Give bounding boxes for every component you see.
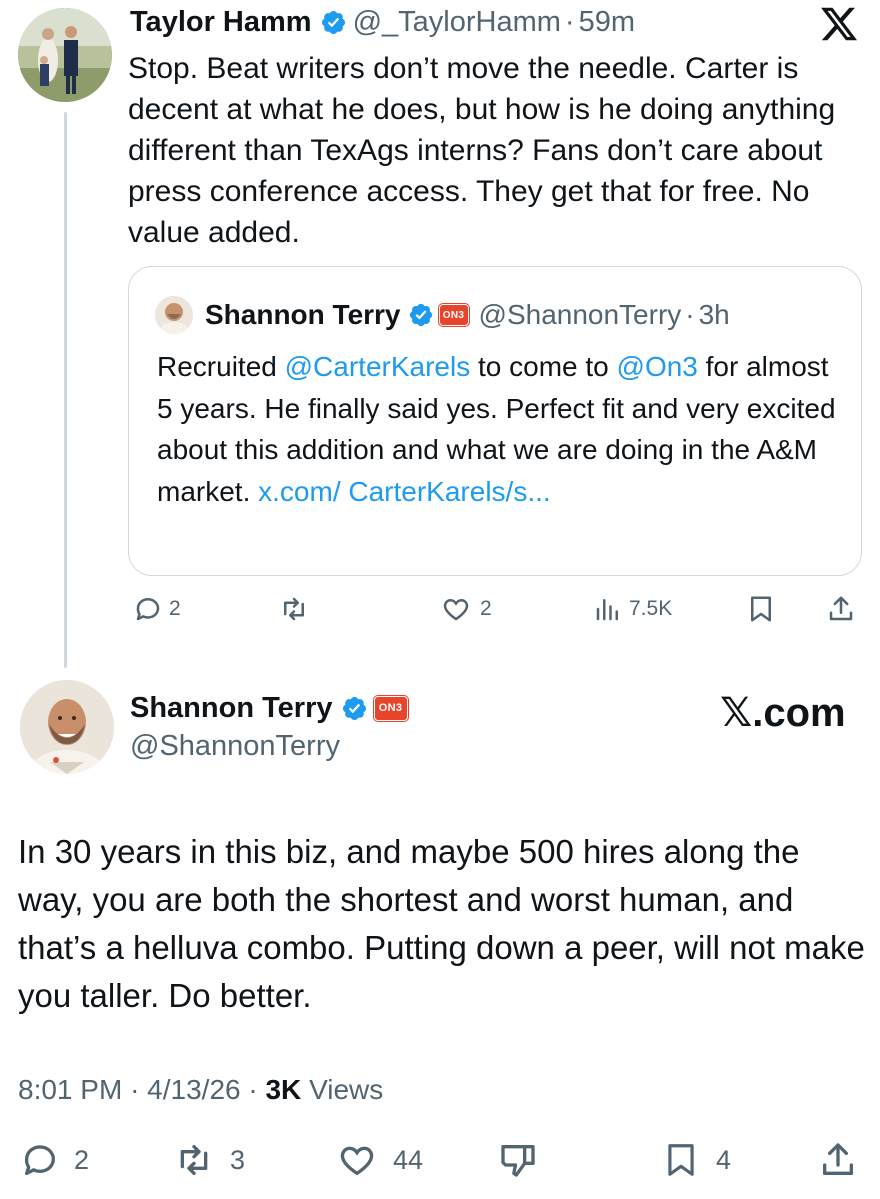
avatar-shannon-terry[interactable] — [20, 680, 114, 774]
like-button[interactable]: 44 — [335, 1140, 423, 1180]
avatar-taylor-hamm[interactable] — [18, 8, 112, 102]
views-button[interactable]: 7.5K — [593, 594, 672, 624]
verified-badge-icon — [341, 695, 368, 722]
reply-count: 2 — [74, 1144, 90, 1175]
repost-icon — [180, 1145, 208, 1175]
quoted-author-name[interactable]: Shannon Terry — [205, 299, 401, 331]
repost-icon — [284, 597, 304, 621]
repost-count: 3 — [230, 1144, 246, 1175]
watermark-suffix: .com — [752, 691, 846, 735]
reply-icon — [136, 597, 160, 621]
tweet-date[interactable]: 4/13/26 — [147, 1074, 240, 1105]
quoted-tweet-header: Shannon Terry ON3 @ShannonTerry · 3h — [205, 296, 730, 334]
like-icon — [340, 1146, 374, 1176]
mention-link-on3[interactable]: @On3 — [617, 351, 698, 382]
quoted-text-part: to come to — [470, 351, 617, 382]
separator-dot: · — [564, 5, 575, 38]
reply-count: 2 — [169, 597, 181, 620]
avatar-shannon-terry-small — [155, 296, 193, 334]
separator-dot: · — [130, 1074, 140, 1105]
reply-tweet-text: Stop. Beat writers don’t move the needle… — [128, 52, 836, 249]
bookmark-button[interactable] — [746, 594, 776, 624]
on3-badge: ON3 — [372, 694, 409, 722]
reply-icon — [24, 1145, 55, 1175]
reply-button[interactable]: 2 — [133, 594, 181, 624]
main-tweet-text: In 30 years in this biz, and maybe 500 h… — [18, 833, 865, 1014]
views-icon — [596, 599, 618, 621]
share-icon — [829, 596, 853, 621]
bookmark-count: 4 — [716, 1144, 732, 1175]
tweet-time[interactable]: 59m — [579, 6, 635, 39]
author-handle[interactable]: @_TaylorHamm — [353, 6, 561, 39]
url-link[interactable]: x.com/ CarterKarels/s... — [258, 476, 551, 507]
bookmark-icon — [668, 1144, 694, 1176]
separator-dot: · — [685, 299, 695, 330]
main-tweet-action-bar: 2 3 44 4 — [0, 1140, 880, 1184]
on3-badge: ON3 — [437, 303, 470, 327]
dislike-icon — [501, 1145, 535, 1177]
mention-link-carterkarels[interactable]: @CarterKarels — [285, 351, 471, 382]
quoted-tweet-time[interactable]: 3h — [699, 299, 730, 331]
views-label: Views — [309, 1074, 384, 1105]
share-button[interactable] — [826, 594, 856, 624]
bookmark-icon — [751, 596, 771, 622]
like-icon — [443, 598, 469, 621]
like-count: 2 — [480, 597, 492, 620]
author-name[interactable]: Taylor Hamm — [130, 6, 312, 39]
dislike-button[interactable] — [498, 1140, 538, 1180]
tweet-time[interactable]: 8:01 PM — [18, 1074, 122, 1105]
author-handle[interactable]: @ShannonTerry — [130, 730, 340, 763]
thread-connector-line — [64, 112, 67, 668]
author-name[interactable]: Shannon Terry — [130, 692, 333, 725]
verified-badge-icon — [320, 9, 347, 36]
views-count: 7.5K — [629, 597, 673, 620]
share-icon — [823, 1143, 853, 1175]
repost-button[interactable] — [278, 594, 310, 624]
reply-button[interactable]: 2 — [20, 1140, 89, 1180]
like-count: 44 — [393, 1144, 424, 1175]
like-button[interactable]: 2 — [440, 594, 492, 624]
reply-tweet-header: Taylor Hamm @_TaylorHamm · 59m — [130, 2, 635, 42]
verified-badge-icon — [408, 302, 434, 328]
separator-dot: · — [248, 1074, 258, 1105]
repost-button[interactable]: 3 — [172, 1140, 245, 1180]
bookmark-button[interactable]: 4 — [662, 1140, 731, 1180]
x-logo-icon — [818, 4, 860, 44]
x-com-watermark: 𝕏.com — [720, 690, 846, 736]
share-button[interactable] — [818, 1140, 858, 1180]
views-count: 3K — [265, 1074, 302, 1105]
tweet-metadata: 8:01 PM · 4/13/26 · 3K Views — [18, 1074, 383, 1106]
x-logo-icon: 𝕏 — [720, 691, 753, 735]
quoted-author-handle[interactable]: @ShannonTerry — [479, 299, 682, 331]
main-tweet-header: Shannon Terry ON3 — [130, 688, 418, 728]
quoted-text-part: Recruited — [157, 351, 285, 382]
quoted-tweet-text: Recruited @CarterKarels to come to @On3 … — [157, 346, 847, 512]
reply-tweet-action-bar: 2 2 7.5K — [0, 592, 880, 632]
